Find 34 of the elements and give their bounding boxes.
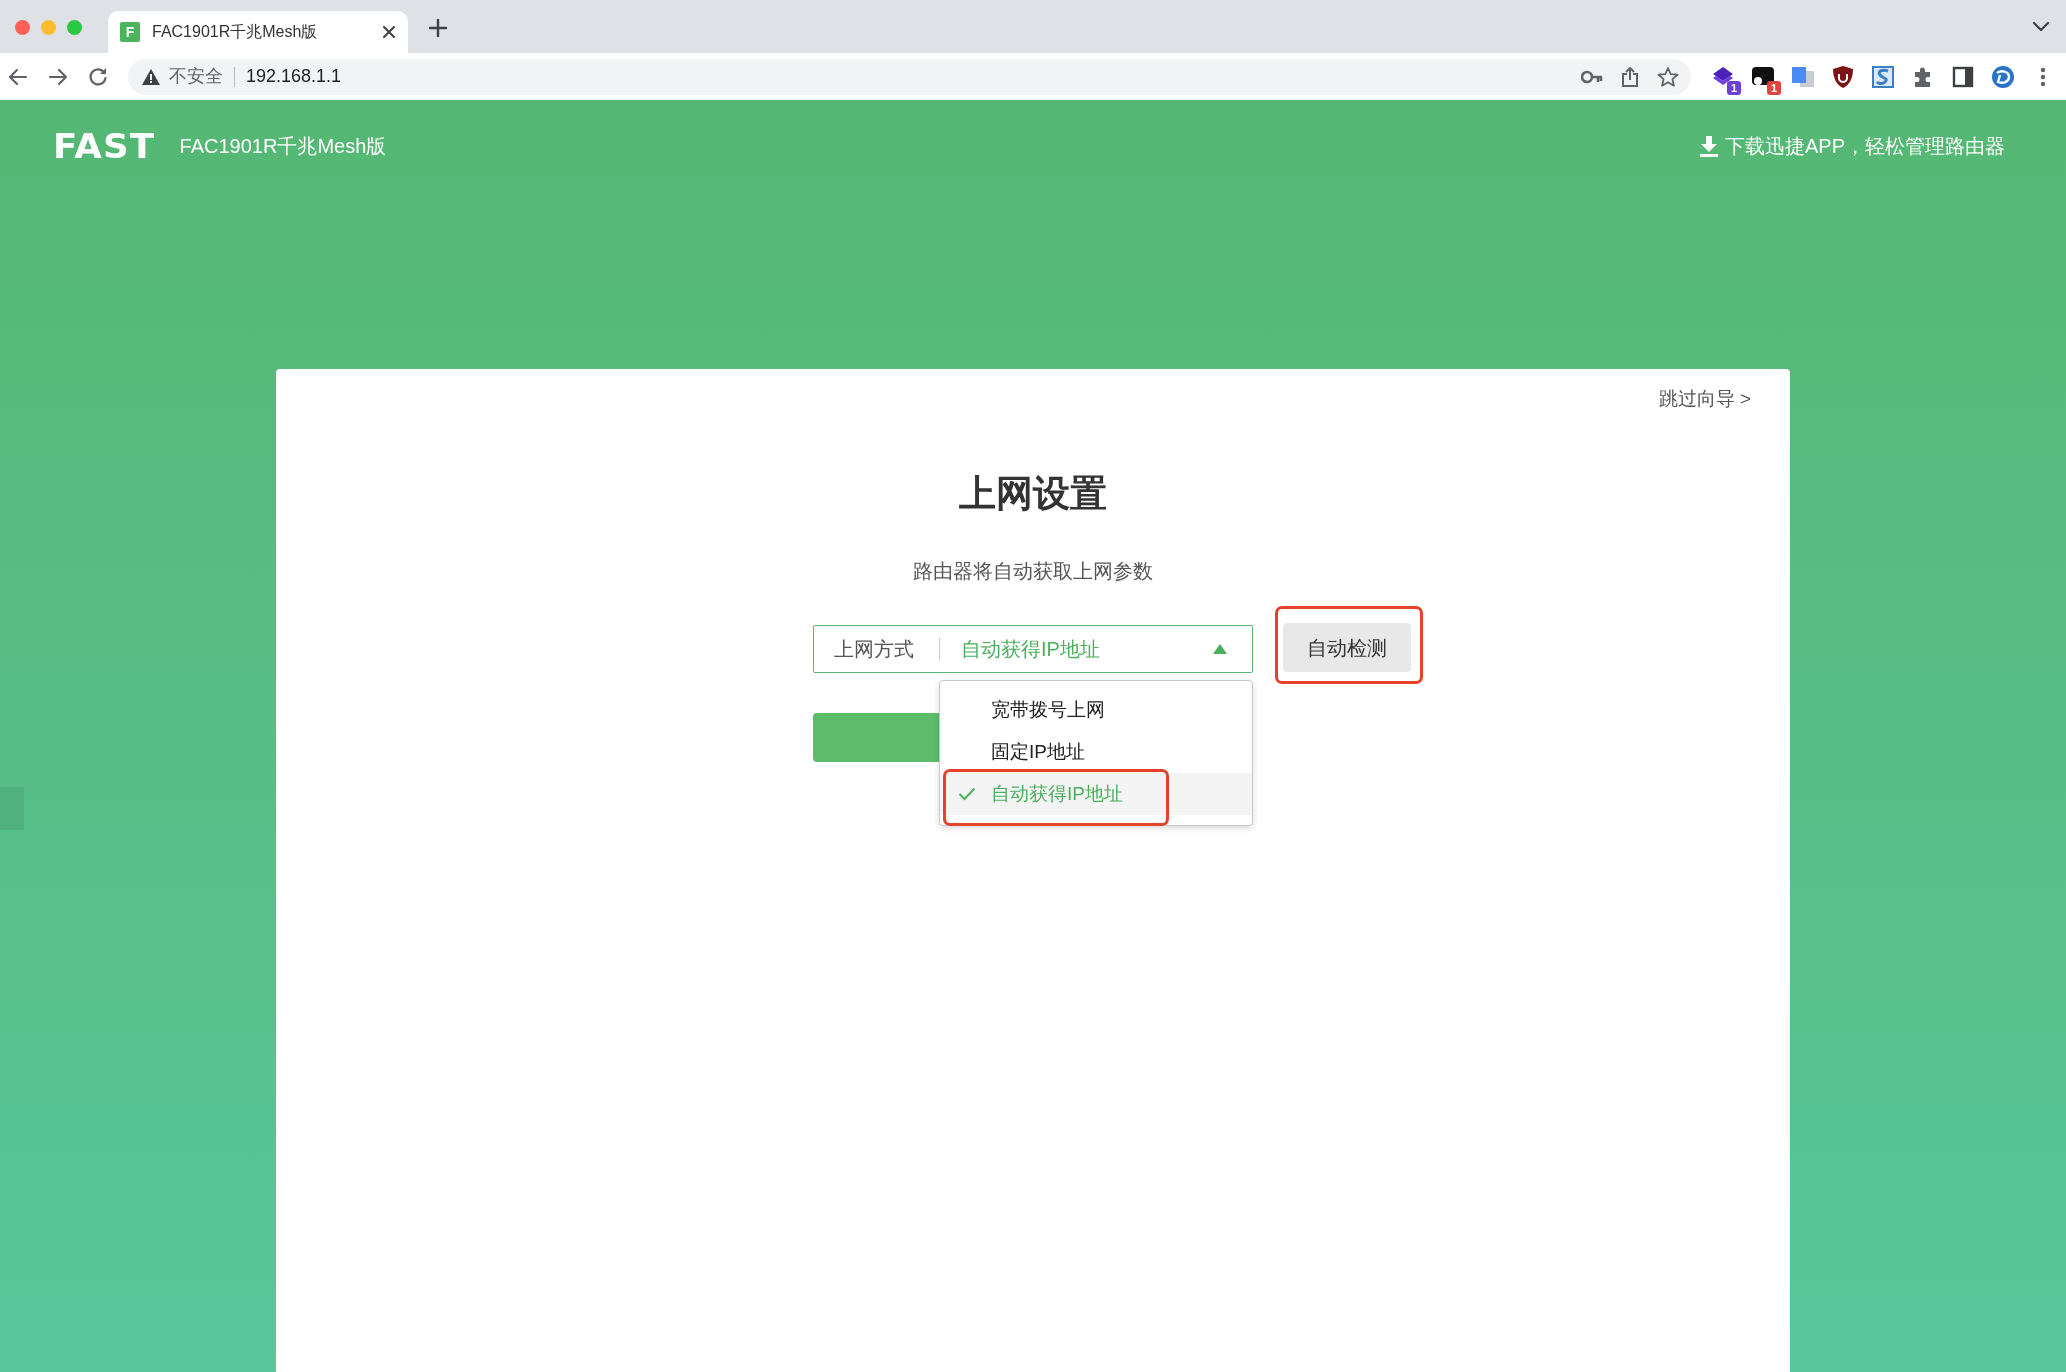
check-icon [958, 787, 976, 801]
chevron-down-icon[interactable] [2032, 20, 2050, 33]
shield-icon[interactable] [1831, 64, 1855, 89]
warning-icon [142, 68, 160, 85]
star-icon[interactable] [1657, 65, 1679, 88]
favicon: F [120, 22, 140, 42]
reload-icon[interactable] [87, 65, 109, 88]
overlapping-tiles-icon[interactable] [1791, 64, 1815, 89]
caret-icon [1213, 644, 1227, 654]
dropdown-option[interactable]: 固定IP地址 [940, 731, 1252, 773]
select-label: 上网方式 [834, 637, 914, 662]
browser-tab[interactable]: F FAC1901R千兆Mesh版 [108, 11, 408, 53]
profile-icon[interactable] [1991, 64, 2015, 89]
connection-type-select[interactable]: 上网方式 自动获得IP地址 [813, 625, 1253, 673]
skip-wizard-link[interactable]: 跳过向导 > [1658, 387, 1751, 411]
count-badge: 1 [1727, 80, 1741, 95]
auto-detect-button[interactable]: 自动检测 [1283, 623, 1411, 672]
side-panel-icon[interactable] [1951, 64, 1975, 89]
select-value: 自动获得IP地址 [961, 637, 1100, 662]
wave-tile-icon[interactable] [1871, 64, 1895, 89]
page-subtitle: 路由器将自动获取上网参数 [913, 559, 1153, 584]
address-bar[interactable]: 不安全 192.168.1.1 [128, 58, 1691, 95]
security-label[interactable]: 不安全 [169, 63, 223, 90]
key-icon[interactable] [1581, 69, 1603, 84]
url-text: 192.168.1.1 [246, 65, 342, 88]
share-icon[interactable] [1621, 65, 1639, 88]
count-badge: 1 [1767, 80, 1781, 95]
plus-icon[interactable] [428, 17, 448, 38]
dropdown-option[interactable]: 宽带拨号上网 [940, 689, 1252, 731]
model-name: FAC1901R千兆Mesh版 [179, 134, 387, 159]
close-icon[interactable] [380, 23, 398, 41]
download-icon [1698, 135, 1719, 157]
brand-logo: FAST [53, 129, 156, 163]
page-title: 上网设置 [959, 472, 1107, 516]
